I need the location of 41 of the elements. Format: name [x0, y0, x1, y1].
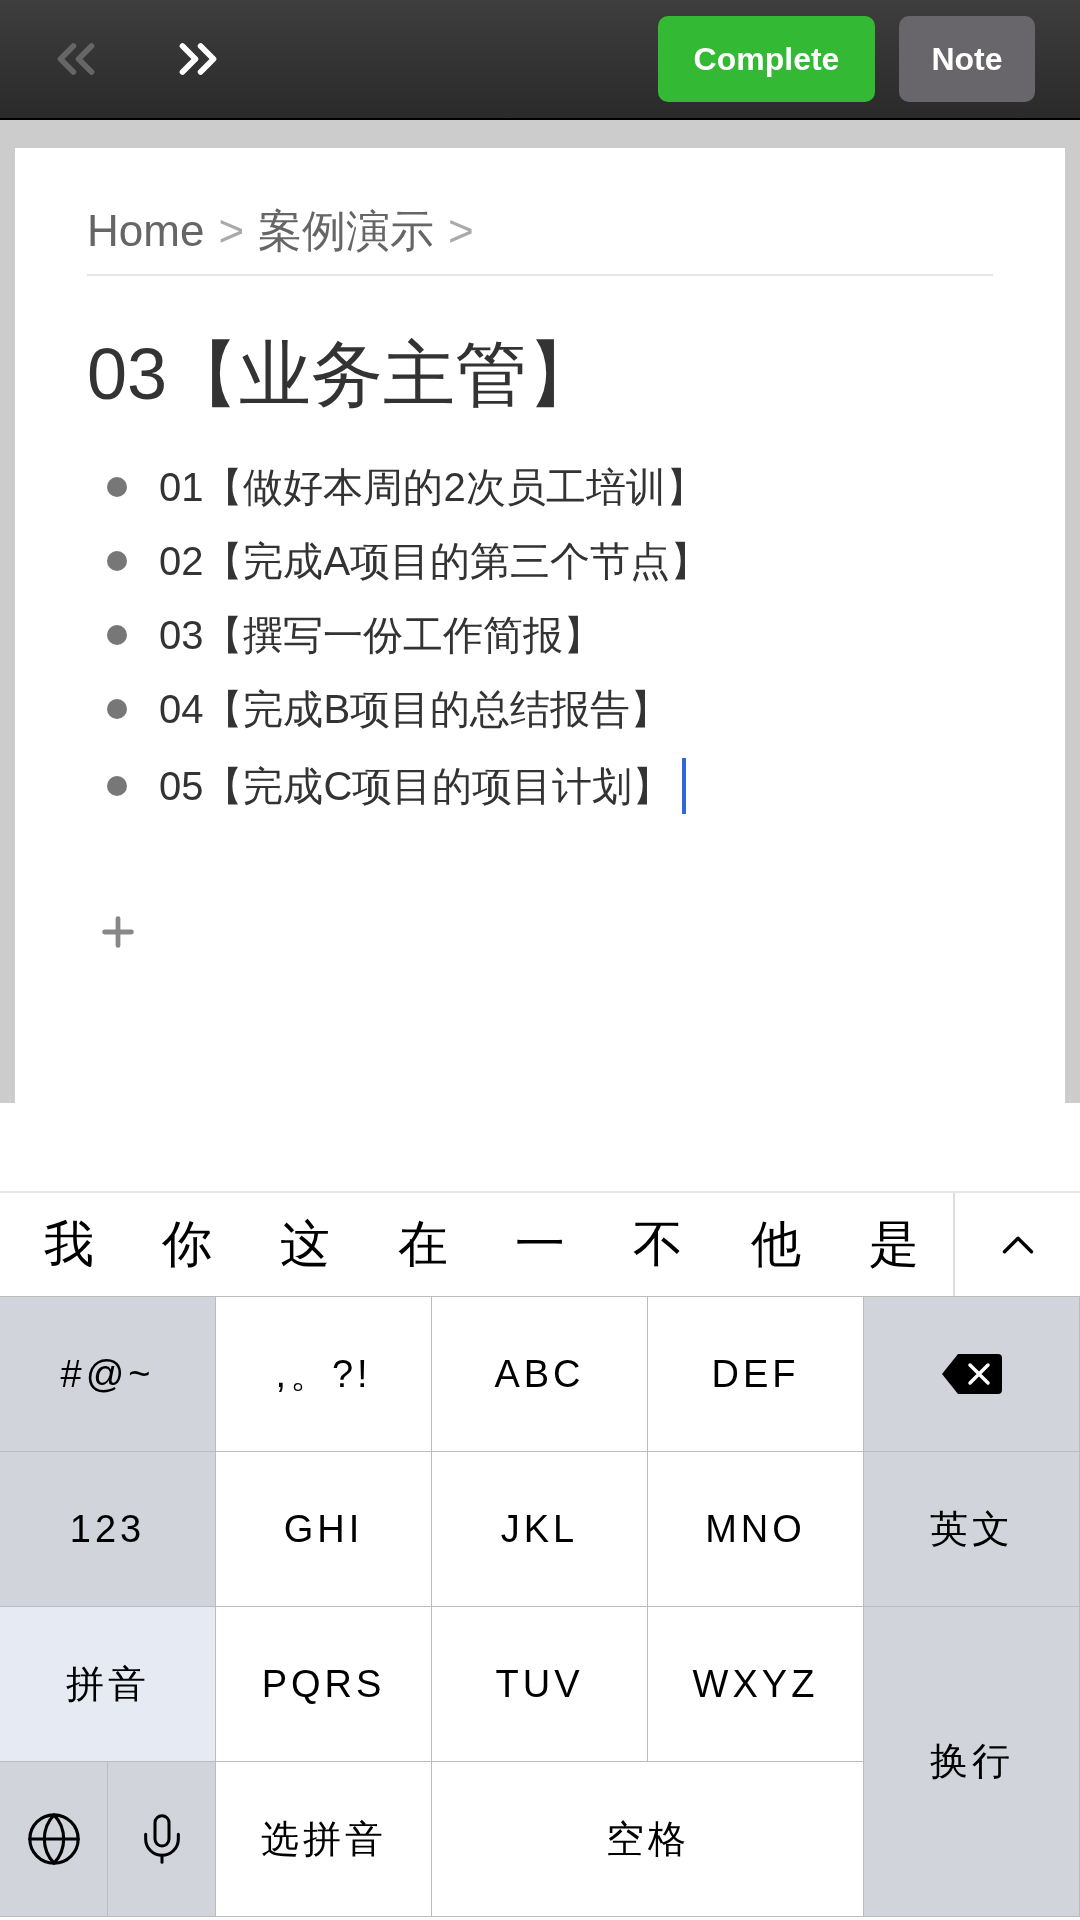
keyboard-key[interactable]: 选拼音: [216, 1762, 432, 1917]
keyboard-key[interactable]: 拼音: [0, 1607, 216, 1762]
bullet-icon: [107, 776, 127, 797]
keyboard-key[interactable]: JKL: [432, 1452, 648, 1607]
note-button[interactable]: Note: [899, 16, 1035, 102]
candidate-word[interactable]: 一: [515, 1207, 566, 1282]
breadcrumb-separator: >: [448, 205, 474, 257]
candidate-word[interactable]: 我: [43, 1207, 94, 1282]
list-item: 03【撰写一份工作简报】: [159, 612, 604, 660]
keyboard-key[interactable]: 英文: [864, 1452, 1080, 1607]
list-item: 01【做好本周的2次员工培训】: [159, 464, 706, 512]
list-item: 05【完成C项目的项目计划】: [159, 763, 673, 811]
keyboard-key[interactable]: 123: [0, 1452, 216, 1607]
keyboard-key[interactable]: #@~: [0, 1297, 216, 1452]
candidate-word[interactable]: 他: [751, 1207, 802, 1282]
candidate-word[interactable]: 你: [161, 1207, 212, 1282]
keyboard-key[interactable]: 空格: [432, 1762, 864, 1917]
breadcrumb-separator: >: [218, 205, 245, 257]
backspace-icon[interactable]: [939, 1352, 1004, 1396]
list-item: 04【完成B项目的总结报告】: [159, 686, 671, 734]
keyboard-key[interactable]: ,。?!: [216, 1297, 432, 1452]
breadcrumb-link[interactable]: Home: [87, 198, 205, 264]
page-title: 03【业务主管】: [87, 333, 601, 416]
keyboard-key[interactable]: MNO: [648, 1452, 864, 1607]
keyboard-key[interactable]: DEF: [648, 1297, 864, 1452]
bullet-icon: [107, 699, 127, 720]
keyboard-key[interactable]: TUV: [432, 1607, 648, 1762]
keyboard-key[interactable]: 换行: [864, 1607, 1080, 1917]
breadcrumb-link[interactable]: 案例演示: [258, 198, 435, 264]
candidate-word[interactable]: 在: [397, 1207, 448, 1282]
candidate-word[interactable]: 这: [279, 1207, 330, 1282]
candidate-word[interactable]: 不: [633, 1207, 684, 1282]
keyboard-key[interactable]: GHI: [216, 1452, 432, 1607]
bullet-icon: [107, 551, 127, 572]
list-item: 02【完成A项目的第三个节点】: [159, 538, 711, 586]
bullet-icon: [107, 625, 127, 646]
keyboard-key[interactable]: PQRS: [216, 1607, 432, 1762]
candidate-word[interactable]: 是: [869, 1207, 920, 1282]
bullet-icon: [107, 477, 127, 498]
keyboard-key[interactable]: ABC: [432, 1297, 648, 1452]
keyboard-key[interactable]: WXYZ: [648, 1607, 864, 1762]
